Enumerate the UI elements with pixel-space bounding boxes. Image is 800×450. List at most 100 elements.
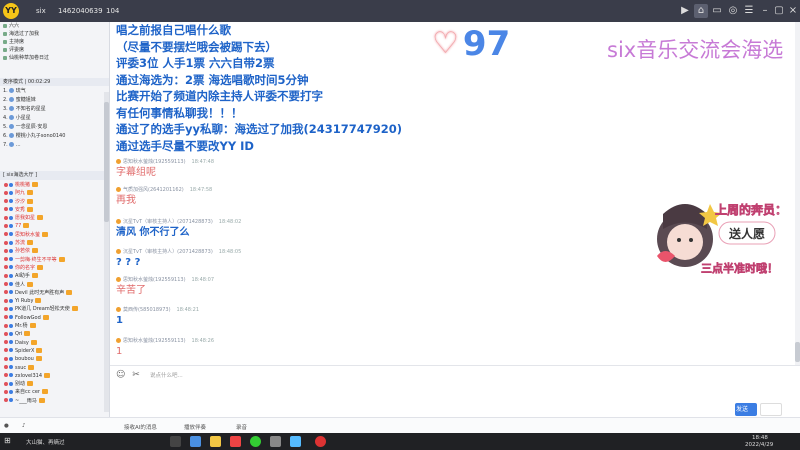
status-record[interactable]: 录音 xyxy=(236,423,247,431)
member-item[interactable]: 一剪梅·终生不平等 xyxy=(0,256,109,264)
scroll-thumb[interactable] xyxy=(795,342,800,362)
level-badge-icon xyxy=(71,306,78,312)
member-item[interactable]: ~___雨马 xyxy=(0,397,109,405)
maximize-icon[interactable]: ▢ xyxy=(772,4,786,18)
app-icon[interactable] xyxy=(290,436,301,447)
chat-message: 思知秋水萤烛(192559113) 18:48:07 辛苦了 xyxy=(116,276,214,298)
message-sender[interactable]: 沉星TvT（审核主持人）(2071428873) xyxy=(123,249,213,255)
task-view-icon[interactable] xyxy=(170,436,181,447)
queue-item[interactable]: 4. 小星星 xyxy=(0,114,109,123)
queue-item[interactable]: 1. 琉气 xyxy=(0,87,109,96)
channel-item[interactable]: 评委席 xyxy=(0,46,109,54)
mic-status-icon xyxy=(4,389,8,394)
queue-item[interactable]: 7.... xyxy=(0,141,109,150)
message-sender[interactable]: 思知秋水萤烛(192559113) xyxy=(123,338,186,344)
message-text: 再我 xyxy=(116,195,136,206)
member-item[interactable]: 愿我如星 xyxy=(0,214,109,222)
minimize-icon[interactable]: – xyxy=(758,4,772,18)
queue-item[interactable]: 3. 不知名的星星 xyxy=(0,105,109,114)
member-item[interactable]: ssuc xyxy=(0,364,109,372)
member-item[interactable]: 孙若依 xyxy=(0,247,109,255)
user-avatar-icon xyxy=(116,338,121,343)
channel-item[interactable]: 六六 xyxy=(0,22,109,30)
member-name: SpiderX xyxy=(15,347,35,354)
message-sender[interactable]: 气质加强风(2641201162) xyxy=(123,187,184,193)
clock-time: 18:48 xyxy=(752,435,768,441)
member-item[interactable]: SpiderX xyxy=(0,347,109,355)
message-header: 思知秋水萤烛(192559113) 18:48:07 xyxy=(116,276,214,284)
message-time: 18:48:26 xyxy=(191,338,215,344)
taskbar-search[interactable]: 大山猫、再熵过 xyxy=(26,438,65,446)
member-item[interactable]: 桃桃猪 xyxy=(0,181,109,189)
windows-start-icon[interactable]: ⊞ xyxy=(4,436,11,445)
member-item[interactable]: 阿九 xyxy=(0,189,109,197)
member-item[interactable]: PK道几 Dream轻松天使 xyxy=(0,305,109,313)
send-options-button[interactable] xyxy=(760,403,782,416)
app-icon[interactable] xyxy=(315,436,326,447)
member-item[interactable]: Daisy xyxy=(0,339,109,347)
message-input[interactable]: 说点什么吧... xyxy=(150,371,183,379)
member-item[interactable]: AI助手 xyxy=(0,272,109,280)
status-ai-messages[interactable]: 接收AI的消息 xyxy=(124,423,157,431)
chat-icon[interactable]: ▭ xyxy=(710,4,724,18)
menu-icon[interactable]: ☰ xyxy=(742,4,756,18)
close-icon[interactable]: × xyxy=(786,4,800,18)
message-text: 1 xyxy=(116,346,123,357)
message-sender[interactable]: 沉星TvT（审核主持人）(2071428873) xyxy=(123,219,213,225)
input-tools: ☺ ✂ xyxy=(116,370,140,380)
members-header[interactable]: [ six海选大厅 ] xyxy=(0,171,109,180)
message-text: 清风 你不行了么 xyxy=(116,227,190,238)
app-icon[interactable] xyxy=(270,436,281,447)
home-icon[interactable]: ⌂ xyxy=(694,4,708,18)
channel-item[interactable]: 主持席 xyxy=(0,38,109,46)
queue-item[interactable]: 5. 一念星辰·安恩 xyxy=(0,123,109,132)
message-sender[interactable]: 莫西传(585018973) xyxy=(123,307,171,313)
message-sender[interactable]: 思知秋水萤烛(192559113) xyxy=(123,159,186,165)
chat-scrollbar[interactable] xyxy=(795,22,800,365)
member-item[interactable]: 佳人 xyxy=(0,281,109,289)
member-item[interactable]: boubou xyxy=(0,355,109,363)
browser-icon[interactable] xyxy=(250,436,261,447)
member-name: 来自cc cer xyxy=(15,389,40,396)
member-item[interactable]: 来自cc cer xyxy=(0,388,109,396)
folder-icon[interactable] xyxy=(210,436,221,447)
member-item[interactable]: 安秀 xyxy=(0,206,109,214)
status-accompaniment[interactable]: 播放伴奏 xyxy=(184,423,206,431)
member-item[interactable]: Qri xyxy=(0,330,109,338)
queue-item[interactable]: 2. 蜜糖姐妹 xyxy=(0,96,109,105)
message-sender[interactable]: 思知秋水萤烛(192559113) xyxy=(123,277,186,283)
queue-item[interactable]: 6. 樱桃小丸子sono0140 xyxy=(0,132,109,141)
channel-item[interactable]: 海选过了加我 xyxy=(0,30,109,38)
member-list: 桃桃猪 阿九 汐汐 安秀 愿我如星 77 思知秋水萤 苏流 孙若依 一剪梅·终生不平等 你的名字 AI… xyxy=(0,181,109,405)
level-badge-icon xyxy=(42,314,49,320)
video-icon[interactable]: ▶ xyxy=(678,4,692,18)
user-icon xyxy=(9,248,13,253)
member-item[interactable]: 思知秋水萤 xyxy=(0,231,109,239)
member-item[interactable]: 汐汐 xyxy=(0,198,109,206)
member-item[interactable]: 别动 xyxy=(0,380,109,388)
user-icon xyxy=(8,97,14,102)
gamepad-icon[interactable]: ◎ xyxy=(726,4,740,18)
scissors-icon[interactable]: ✂ xyxy=(132,370,140,380)
app-icon[interactable] xyxy=(230,436,241,447)
user-icon xyxy=(9,240,13,245)
mic-status-icon xyxy=(4,381,8,386)
member-item[interactable]: 苏流 xyxy=(0,239,109,247)
app-icon[interactable] xyxy=(190,436,201,447)
emoji-icon[interactable]: ☺ xyxy=(116,370,125,380)
sidebar-scrollbar[interactable] xyxy=(104,92,109,412)
mic-status-icon xyxy=(4,207,8,212)
member-item[interactable]: zxlovel314 xyxy=(0,372,109,380)
member-item[interactable]: 77 xyxy=(0,222,109,230)
volume-icon[interactable]: ♪ xyxy=(22,423,26,429)
member-name: zxlovel314 xyxy=(15,372,42,379)
member-item[interactable]: FollowGod xyxy=(0,314,109,322)
channel-item[interactable]: 仙桃种草加卷日过 xyxy=(0,54,109,62)
member-item[interactable]: Devil 此时无声胜有声 xyxy=(0,289,109,297)
scroll-thumb[interactable] xyxy=(104,102,109,222)
mic-icon[interactable]: ● xyxy=(4,423,9,429)
member-item[interactable]: 你的名字 xyxy=(0,264,109,272)
user-icon xyxy=(9,190,13,195)
member-item[interactable]: Mr.杨 xyxy=(0,322,109,330)
member-item[interactable]: Yi Ruby xyxy=(0,297,109,305)
